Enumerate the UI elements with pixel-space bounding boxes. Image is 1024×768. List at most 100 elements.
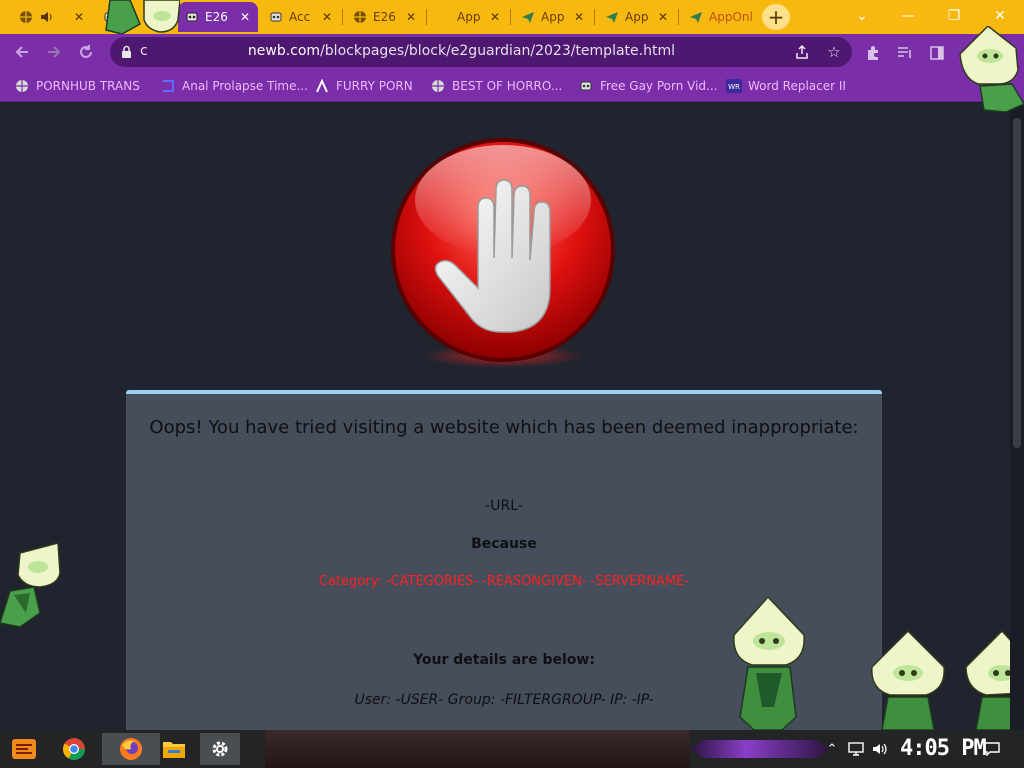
stop-hand-icon: [391, 138, 615, 368]
tab-separator: [678, 9, 679, 25]
firefox-icon: [120, 738, 142, 760]
taskbar: ⌃ 4:05 PM: [0, 730, 1024, 768]
svg-text:WR: WR: [728, 83, 740, 91]
blocked-url: -URL-: [485, 498, 523, 514]
tab-7[interactable]: App ✕: [514, 2, 592, 32]
peridot-sticker: [959, 26, 1024, 112]
settings-icon: [212, 741, 228, 757]
restore-button[interactable]: ❐: [934, 4, 974, 28]
tab-close-icon[interactable]: ✕: [656, 10, 670, 24]
lock-icon[interactable]: [120, 44, 132, 60]
notification-icon[interactable]: [982, 739, 1002, 759]
globe-icon: [18, 9, 34, 25]
bookmark-label: BEST OF HORRO...: [452, 79, 563, 93]
tab-separator: [342, 9, 343, 25]
volume-icon[interactable]: [870, 739, 890, 759]
extension-icon: [578, 78, 594, 94]
bookmark-6[interactable]: WR Word Replacer II: [726, 76, 846, 96]
tab-separator: [426, 9, 427, 25]
close-window-button[interactable]: ✕: [980, 4, 1020, 28]
tab-close-icon[interactable]: ✕: [320, 10, 334, 24]
scrollbar-thumb[interactable]: [1013, 118, 1021, 448]
url-text: commonwealthnewb.com/blockpages/block/e2…: [140, 43, 675, 59]
tab-5[interactable]: E26 ✕: [346, 2, 424, 32]
forward-button[interactable]: [40, 38, 68, 66]
taskbar-decoration: [690, 740, 830, 758]
network-icon[interactable]: [846, 739, 866, 759]
taskbar-firefox[interactable]: [102, 733, 160, 765]
globe-icon: [352, 9, 368, 25]
extension-icon: [184, 9, 200, 25]
peridot-sticker: [105, 0, 180, 34]
peridot-sticker: [0, 543, 61, 628]
send-icon: [520, 9, 536, 25]
tab-title: App: [457, 10, 481, 24]
taskbar-file-explorer[interactable]: [154, 733, 194, 765]
block-reason: Category: -CATEGORIES- -REASONGIVEN- -SE…: [318, 574, 690, 589]
globe-icon: [14, 78, 30, 94]
bookmarks-bar: PORNHUB TRANS Anal Prolapse Time... FURR…: [0, 70, 1024, 102]
tab-close-icon[interactable]: ✕: [72, 10, 86, 24]
new-tab-button[interactable]: +: [762, 4, 790, 30]
tab-title: E26: [205, 10, 228, 24]
tab-title: App: [625, 10, 649, 24]
taskbar-wallpaper-strip: [265, 730, 690, 768]
side-panel-icon[interactable]: [926, 42, 948, 64]
tab-close-icon[interactable]: ✕: [404, 10, 418, 24]
media-control-icon[interactable]: [894, 42, 916, 64]
bookmark-label: FURRY PORN: [336, 79, 413, 93]
bracket-icon: [160, 78, 176, 94]
blank-icon: [436, 9, 452, 25]
peridot-sticker: [871, 631, 945, 730]
back-button[interactable]: [8, 38, 36, 66]
chevron-up-icon[interactable]: ⌃: [822, 739, 842, 759]
tab-close-icon[interactable]: ✕: [238, 10, 252, 24]
reload-button[interactable]: [72, 38, 100, 66]
start-button[interactable]: [4, 733, 44, 765]
bookmark-4[interactable]: BEST OF HORRO...: [430, 76, 562, 96]
extension-icon: [268, 9, 284, 25]
tab-8[interactable]: App ✕: [598, 2, 676, 32]
bookmark-star-icon[interactable]: ☆: [824, 42, 844, 62]
tab-title: Acc: [289, 10, 311, 24]
tab-title: E26: [373, 10, 396, 24]
tab-4[interactable]: Acc ✕: [262, 2, 340, 32]
taskbar-clock[interactable]: 4:05 PM: [900, 736, 987, 761]
share-icon[interactable]: [792, 42, 812, 62]
browser-toolbar: commonwealthnewb.com/blockpages/block/e2…: [0, 34, 1024, 70]
extensions-icon[interactable]: [862, 42, 884, 64]
send-icon: [604, 9, 620, 25]
tab-title: App: [541, 10, 565, 24]
bookmark-1[interactable]: PORNHUB TRANS: [14, 76, 140, 96]
speaker-icon[interactable]: [39, 9, 55, 25]
block-heading: Oops! You have tried visiting a website …: [149, 417, 859, 438]
taskbar-chrome[interactable]: [54, 733, 94, 765]
start-icon: [12, 739, 36, 759]
bookmark-label: PORNHUB TRANS: [36, 79, 140, 93]
bookmark-3[interactable]: FURRY PORN: [314, 76, 413, 96]
tab-active[interactable]: E26 ✕: [178, 2, 258, 32]
tab-close-icon[interactable]: ✕: [488, 10, 502, 24]
bookmark-label: Anal Prolapse Time...: [182, 79, 308, 93]
bookmark-5[interactable]: Free Gay Porn Vid...: [578, 76, 717, 96]
send-icon: [688, 9, 704, 25]
bookmark-2[interactable]: Anal Prolapse Time...: [160, 76, 308, 96]
globe-icon: [430, 78, 446, 94]
bookmark-label: Word Replacer II: [748, 79, 846, 93]
because-label: Because: [471, 536, 537, 552]
minimize-button[interactable]: —: [888, 4, 928, 28]
tab-1[interactable]: ✕: [12, 2, 92, 32]
taskbar-settings[interactable]: [200, 733, 240, 765]
peridot-sticker: [733, 597, 805, 730]
tab-6[interactable]: App ✕: [430, 2, 508, 32]
lambda-icon: [314, 78, 330, 94]
tab-9[interactable]: AppOnl: [682, 2, 758, 32]
tab-close-icon[interactable]: ✕: [572, 10, 586, 24]
address-bar[interactable]: commonwealthnewb.com/blockpages/block/e2…: [110, 37, 852, 67]
page-content: Oops! You have tried visiting a website …: [0, 103, 1024, 730]
folder-icon: [163, 742, 185, 758]
wr-icon: WR: [726, 78, 742, 94]
tab-separator: [594, 9, 595, 25]
tab-search-icon[interactable]: ⌄: [842, 4, 882, 28]
tab-separator: [510, 9, 511, 25]
